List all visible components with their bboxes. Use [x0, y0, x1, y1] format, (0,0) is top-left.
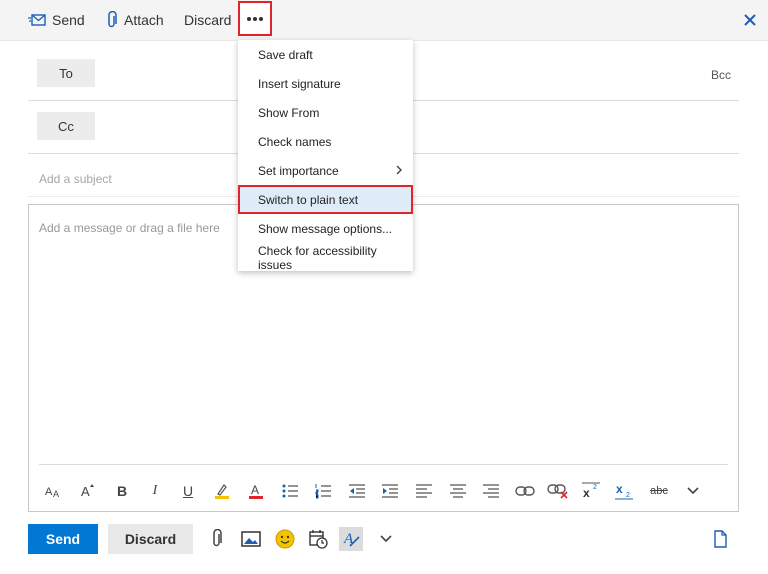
to-label: To	[59, 65, 73, 81]
insert-picture-icon[interactable]	[239, 527, 263, 551]
svg-text:A: A	[251, 483, 259, 497]
align-left-icon[interactable]	[411, 477, 437, 505]
format-separator	[39, 464, 728, 465]
underline-icon[interactable]: U	[175, 477, 201, 505]
cc-label: Cc	[58, 118, 74, 134]
strikethrough-icon[interactable]: abc	[646, 477, 672, 505]
send-toolbar-button[interactable]: Send	[28, 0, 85, 40]
more-options-icon[interactable]	[680, 477, 706, 505]
align-right-icon[interactable]	[478, 477, 504, 505]
subscript-icon[interactable]: x2	[612, 477, 638, 505]
align-center-icon[interactable]	[445, 477, 471, 505]
menu-item-show-message-options[interactable]: Show message options...	[238, 214, 413, 243]
menu-item-insert-signature[interactable]: Insert signature	[238, 69, 413, 98]
message-body-placeholder: Add a message or drag a file here	[39, 221, 220, 235]
increase-indent-icon[interactable]	[377, 477, 403, 505]
send-toolbar-label: Send	[52, 12, 85, 28]
decrease-indent-icon[interactable]	[344, 477, 370, 505]
close-icon	[744, 14, 756, 26]
subject-input[interactable]: Add a subject	[39, 172, 112, 186]
font-size-icon[interactable]: AA	[41, 477, 67, 505]
menu-item-switch-to-plain-text[interactable]: Switch to plain text	[238, 185, 413, 214]
cc-button[interactable]: Cc	[37, 112, 95, 140]
highlight-icon[interactable]	[209, 477, 235, 505]
svg-text:2: 2	[626, 492, 630, 499]
discard-toolbar-button[interactable]: Discard	[184, 0, 231, 40]
paperclip-icon	[108, 11, 117, 28]
calendar-schedule-icon[interactable]	[306, 527, 330, 551]
discard-toolbar-label: Discard	[184, 12, 232, 28]
italic-icon[interactable]: I	[142, 477, 168, 505]
more-actions-menu: Save draft Insert signature Show From Ch…	[238, 40, 413, 272]
insert-link-icon[interactable]	[512, 477, 538, 505]
remove-link-icon[interactable]	[545, 477, 571, 505]
menu-item-show-from[interactable]: Show From	[238, 98, 413, 127]
attach-toolbar-label: Attach	[124, 12, 164, 28]
pop-out-icon[interactable]	[709, 527, 733, 551]
svg-text:A: A	[45, 486, 53, 498]
attach-file-icon[interactable]	[205, 527, 229, 551]
bullets-icon[interactable]	[277, 477, 303, 505]
menu-item-save-draft[interactable]: Save draft	[238, 40, 413, 69]
bcc-button[interactable]: Bcc	[711, 68, 731, 82]
send-button[interactable]: Send	[28, 524, 98, 554]
menu-item-check-names[interactable]: Check names	[238, 127, 413, 156]
svg-text:A: A	[81, 484, 90, 499]
more-actions-button[interactable]	[238, 1, 272, 36]
discard-button[interactable]: Discard	[108, 524, 193, 554]
send-icon	[28, 14, 46, 26]
chevron-right-icon	[396, 165, 402, 175]
emoji-icon[interactable]	[273, 527, 297, 551]
svg-text:2: 2	[593, 484, 597, 491]
ellipsis-icon	[247, 16, 263, 21]
compose-toolbar: Send Attach Discard	[0, 0, 768, 41]
font-color-icon[interactable]: A	[243, 477, 269, 505]
menu-item-set-importance-label: Set importance	[258, 163, 339, 178]
menu-item-check-accessibility[interactable]: Check for accessibility issues	[238, 243, 413, 272]
grow-font-icon[interactable]: A	[75, 477, 101, 505]
superscript-icon[interactable]: x2	[579, 477, 605, 505]
menu-item-set-importance[interactable]: Set importance	[238, 156, 413, 185]
svg-text:A: A	[53, 489, 59, 499]
more-bottom-options-icon[interactable]	[374, 527, 398, 551]
svg-text:x: x	[616, 482, 623, 496]
numbering-icon[interactable]	[310, 477, 336, 505]
bold-icon[interactable]: B	[109, 477, 135, 505]
svg-text:x: x	[583, 486, 590, 500]
attach-toolbar-button[interactable]: Attach	[106, 0, 164, 40]
format-text-icon[interactable]: A	[339, 527, 363, 551]
close-compose-button[interactable]	[740, 10, 760, 30]
to-button[interactable]: To	[37, 59, 95, 87]
